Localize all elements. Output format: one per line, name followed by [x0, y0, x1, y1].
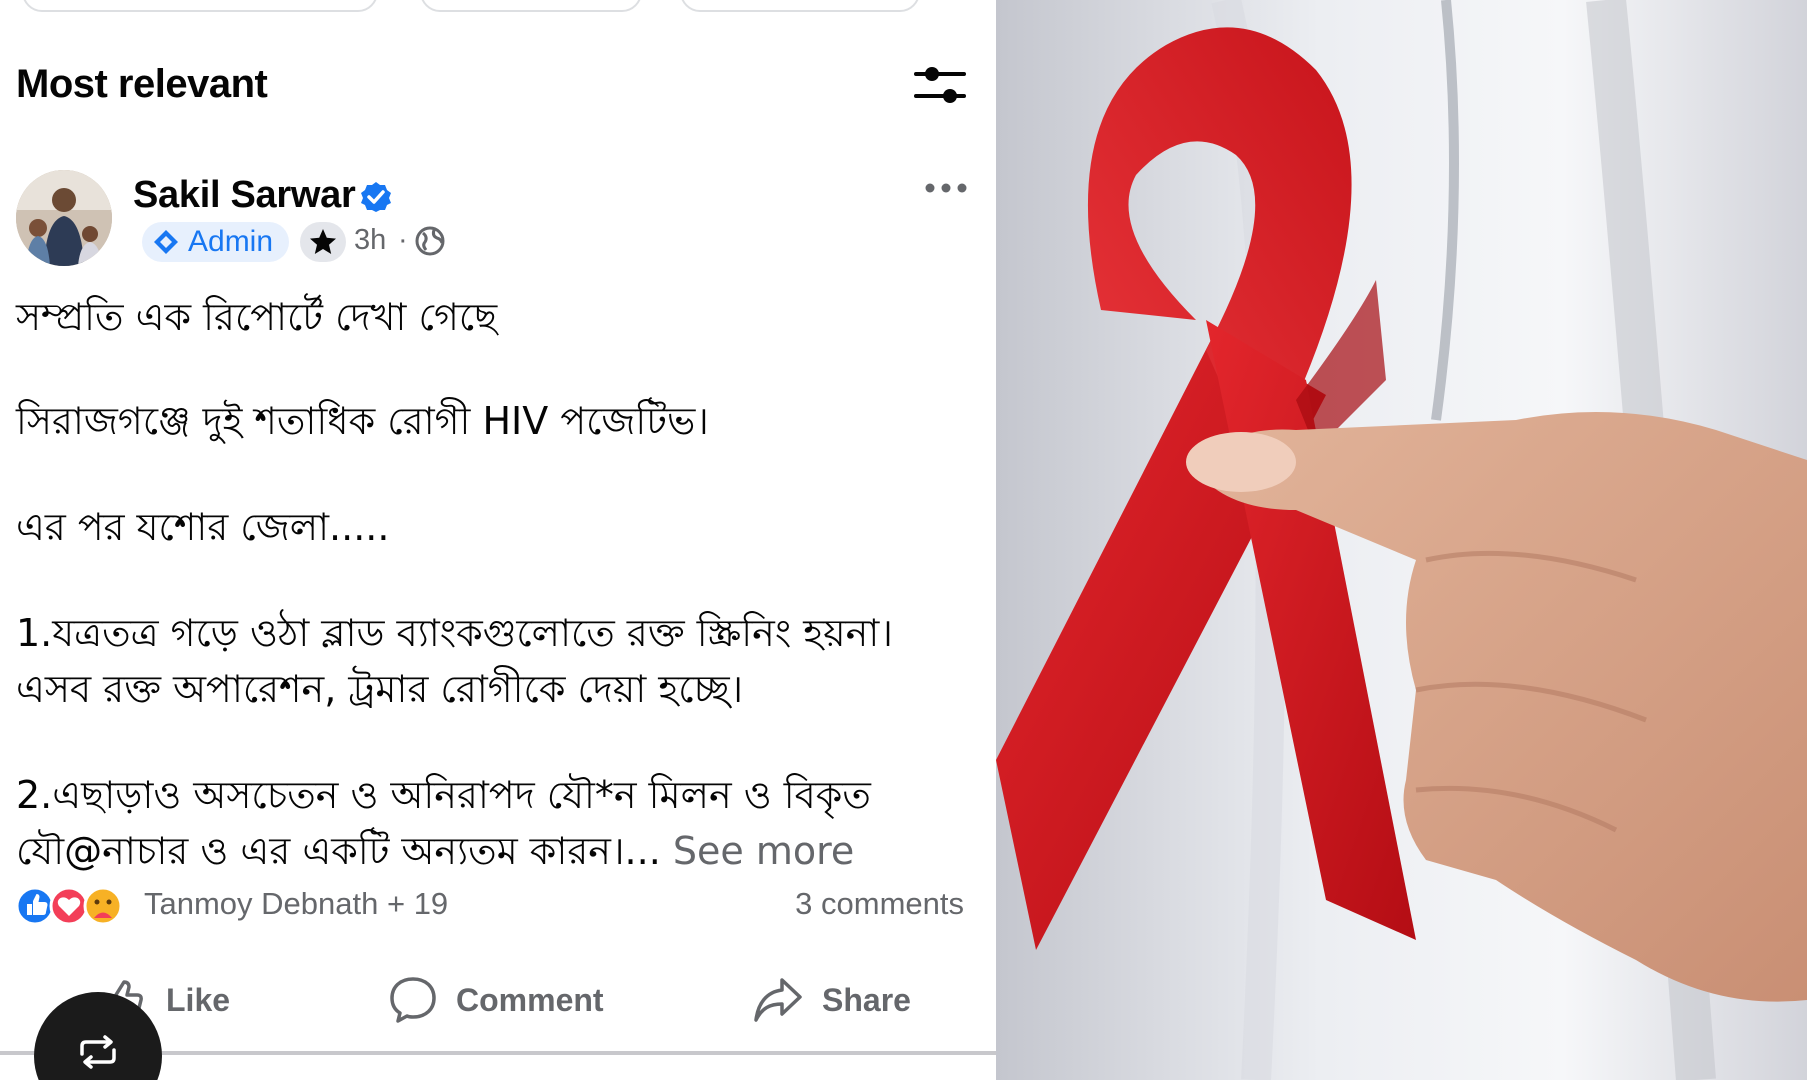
time-separator: · — [398, 224, 408, 256]
red-ribbon-hand-image — [996, 0, 1807, 1080]
globe-icon — [414, 225, 446, 257]
share-label: Share — [822, 981, 911, 1018]
post-text-last-line: যৌ@নাচার ও এর একটি অন্যতম কারন।... See m… — [16, 822, 854, 886]
post-text-line: এর পর যশোর জেলা..... — [16, 505, 390, 549]
post-text-line: 1.যত্রতত্র গড়ে ওঠা ব্লাড ব্যাংকগুলোতে র… — [16, 611, 893, 655]
post-text-line: যৌ@নাচার ও এর একটি অন্যতম কারন।... — [16, 829, 661, 873]
sort-bar: Most relevant — [16, 58, 976, 114]
admin-badge-label: Admin — [188, 225, 274, 258]
admin-shield-icon — [154, 230, 178, 254]
star-badge-icon — [300, 222, 346, 262]
admin-badge: Admin — [142, 222, 290, 262]
comments-panel: Most relevant Sakil Sarwar Admin 3h · সম… — [0, 0, 996, 1080]
like-label: Like — [166, 981, 231, 1018]
avatar[interactable] — [16, 170, 112, 266]
verified-badge-icon — [360, 181, 392, 213]
top-chip[interactable] — [22, 0, 378, 12]
see-more-link[interactable]: See more — [673, 829, 854, 873]
reactors-text[interactable]: Tanmoy Debnath + 19 — [144, 886, 448, 922]
post-text-line: সম্প্রতি এক রিপোর্টে দেখা গেছে — [16, 295, 498, 339]
top-chip[interactable] — [420, 0, 642, 12]
author-name[interactable]: Sakil Sarwar — [133, 174, 356, 217]
top-chip[interactable] — [680, 0, 920, 12]
more-options-icon[interactable] — [922, 178, 970, 198]
comment-icon — [390, 977, 436, 1023]
comments-count[interactable]: 3 comments — [795, 886, 964, 922]
comment-button[interactable]: Comment — [388, 972, 604, 1028]
share-button[interactable]: Share — [752, 972, 911, 1028]
reaction-icons[interactable] — [14, 885, 134, 927]
post-time[interactable]: 3h — [354, 224, 386, 257]
share-arrow-icon — [754, 978, 802, 1022]
care-reaction-icon — [83, 886, 123, 926]
post-text-line: এসব রক্ত অপারেশন, ট্রমার রোগীকে দেয়া হচ… — [16, 667, 744, 711]
sliders-icon[interactable] — [912, 62, 968, 110]
post-text-line: 2.এছাড়াও অসচেতন ও অনিরাপদ যৌ*ন মিলন ও ব… — [16, 773, 871, 817]
post-photo[interactable] — [996, 0, 1807, 1080]
comment-label: Comment — [456, 981, 604, 1018]
post-text-line: সিরাজগঞ্জে দুই শতাধিক রোগী HIV পজেটিভ। — [16, 399, 709, 443]
sort-title[interactable]: Most relevant — [16, 62, 268, 107]
repost-icon — [80, 1035, 116, 1069]
